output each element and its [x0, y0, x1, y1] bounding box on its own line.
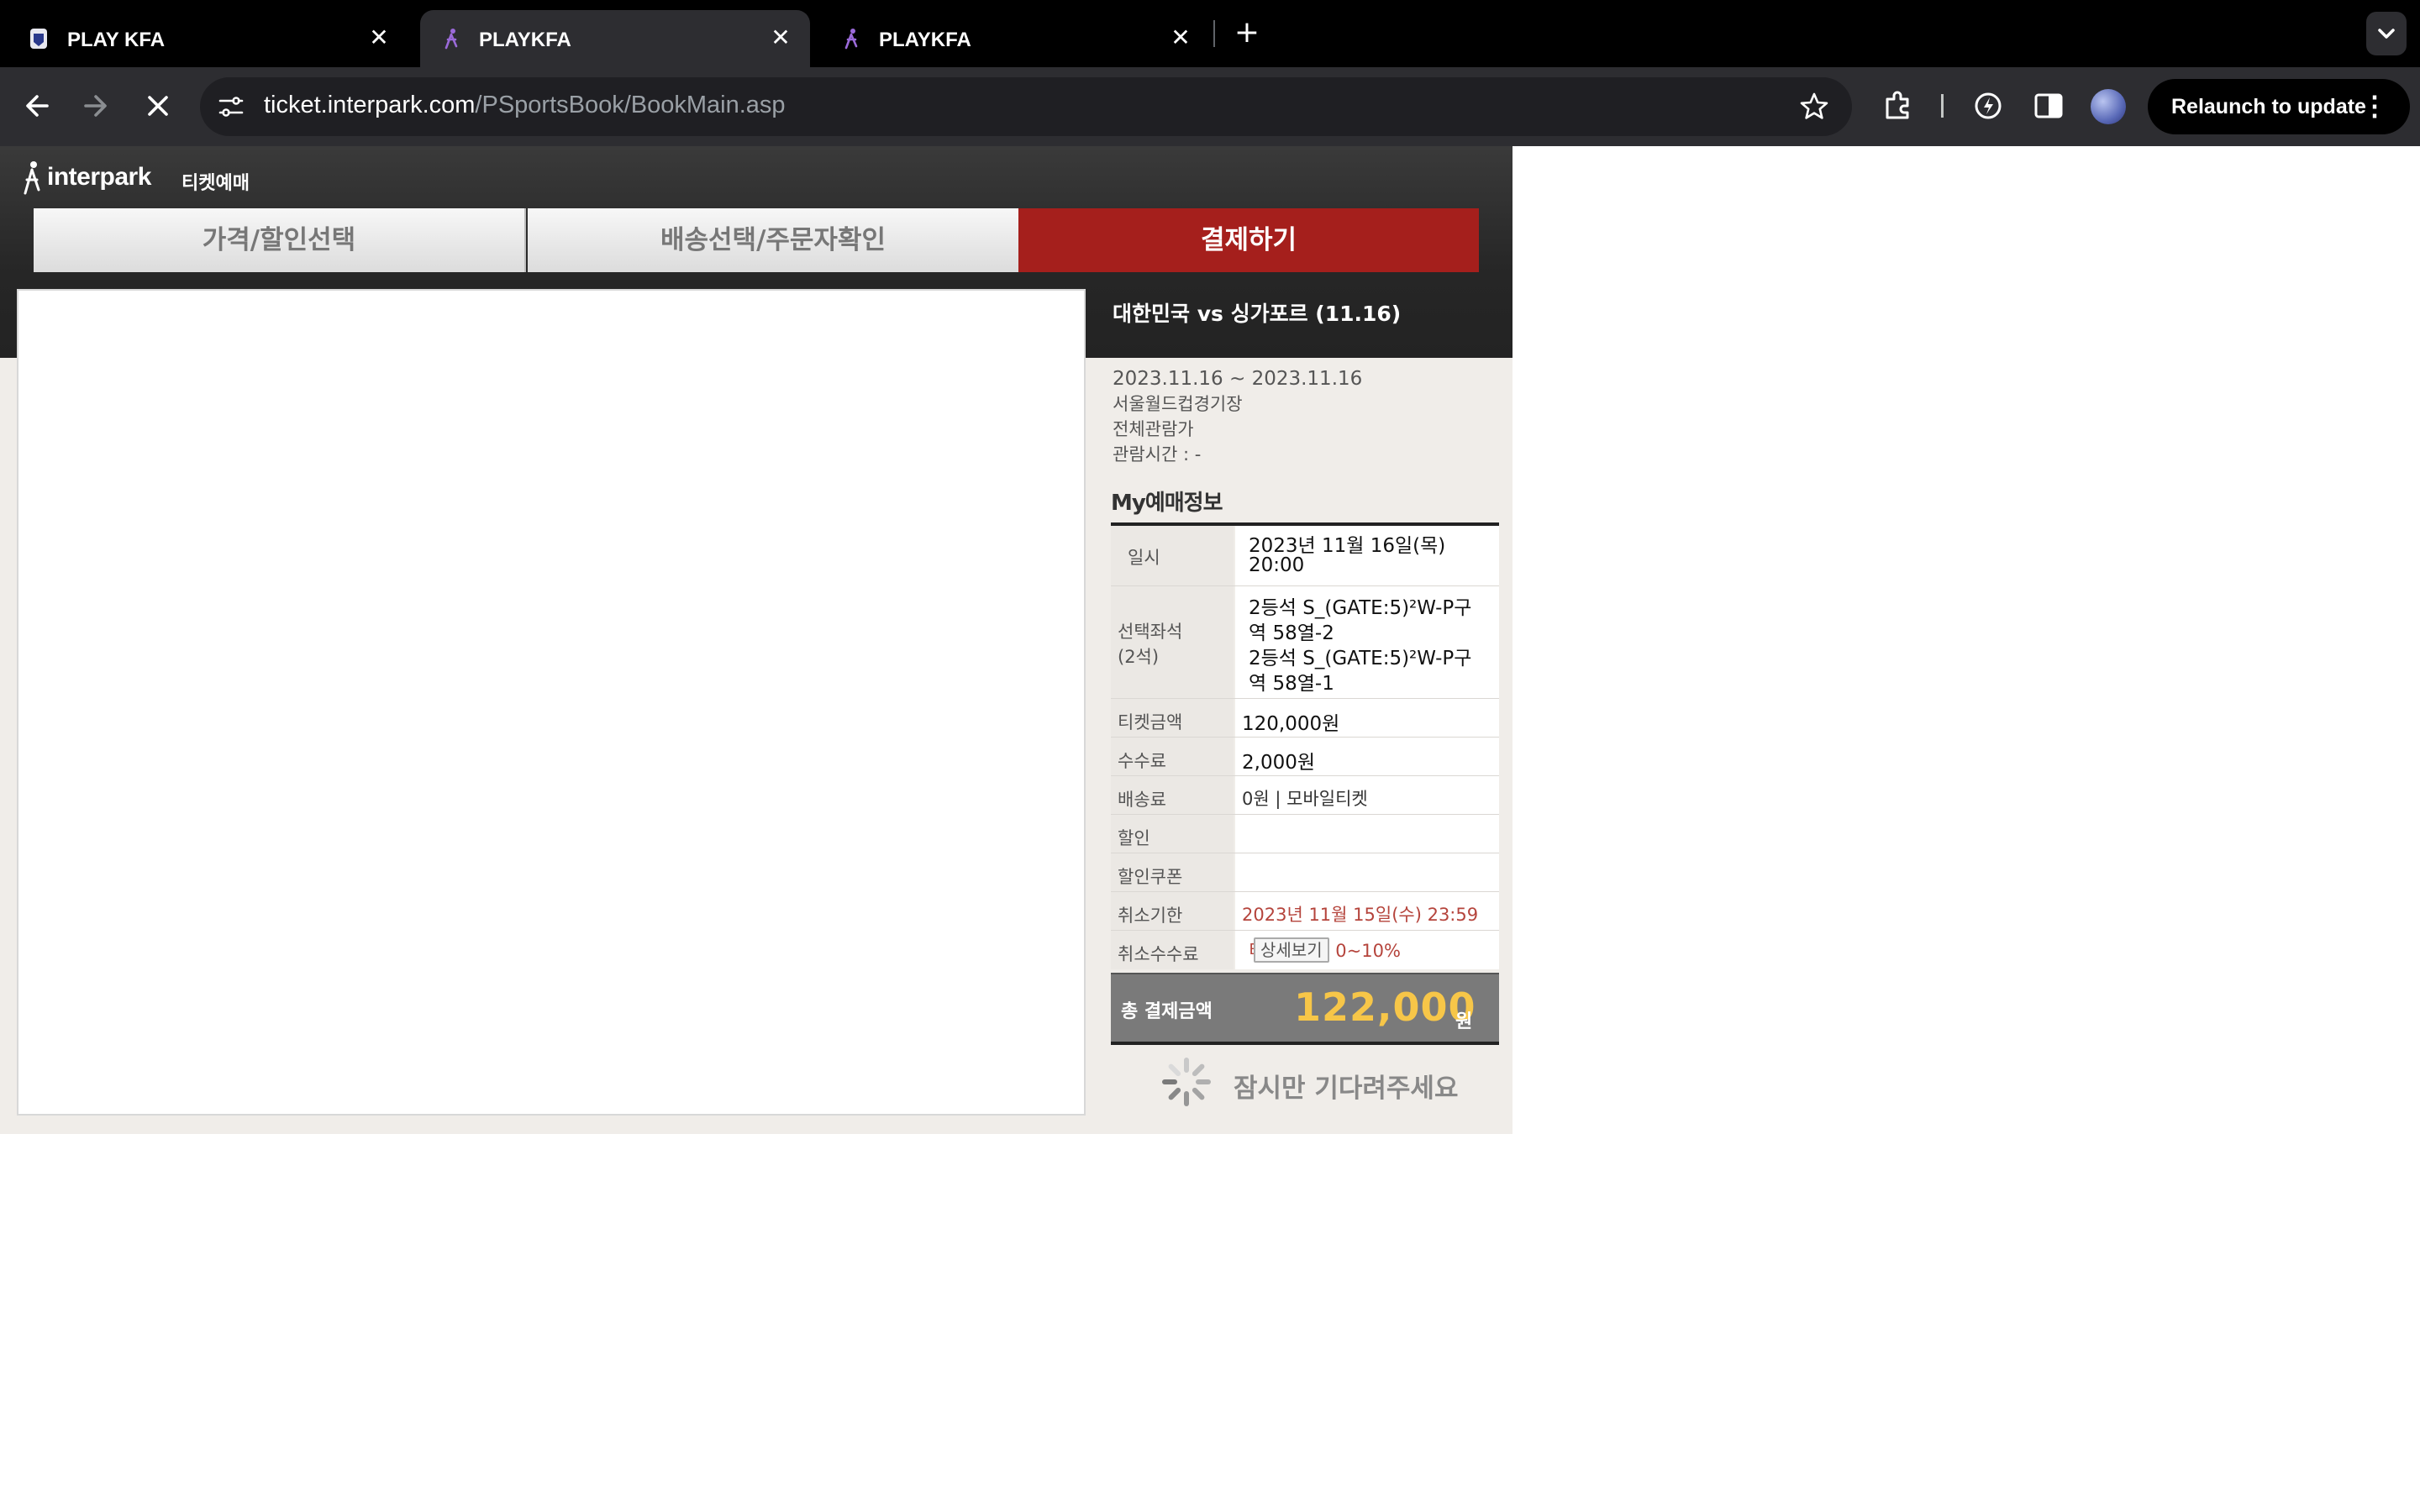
total-unit: 원 — [1455, 1011, 1473, 1032]
table-row: 수수료 2,000원 — [1111, 738, 1499, 776]
url-text[interactable]: ticket.interpark.com/PSportsBook/BookMai… — [264, 92, 786, 119]
row-value — [1235, 815, 1499, 853]
loading-spinner-icon — [1162, 1058, 1211, 1106]
tab-title: PLAYKFA — [479, 29, 571, 51]
event-rating: 전체관람가 — [1113, 419, 1194, 439]
more-vertical-icon[interactable]: ⋮ — [2361, 91, 2388, 121]
row-label: 할인쿠폰 — [1111, 853, 1234, 891]
url-path: /PSportsBook/BookMain.asp — [475, 92, 786, 118]
interpark-runner-icon — [24, 161, 40, 195]
forward-arrow-icon[interactable] — [74, 84, 118, 128]
row-value: 0원 | 모바일티켓 — [1235, 776, 1499, 814]
tab-separator — [1213, 20, 1215, 47]
table-row: 취소수수료 티켓금액의 0~10%상세보기 — [1111, 931, 1499, 969]
total-amount: 122,000 — [1294, 984, 1476, 1030]
table-row: 할인쿠폰 — [1111, 853, 1499, 892]
row-label: 티켓금액 — [1111, 699, 1234, 737]
browser-tabstrip: PLAY KFA ✕ PLAYKFA ✕ PLAYKFA ✕ + — [0, 0, 2420, 67]
tab-playkfa-active[interactable]: PLAYKFA ✕ — [420, 10, 810, 67]
stop-loading-icon[interactable] — [136, 84, 180, 128]
step-price-discount[interactable]: 가격/할인선택 — [34, 208, 526, 272]
back-arrow-icon[interactable] — [15, 84, 59, 128]
row-label: 일시 — [1111, 526, 1234, 585]
kfa-favicon-icon — [30, 29, 47, 49]
row-label: 취소수수료 — [1111, 931, 1234, 969]
tab-play-kfa[interactable]: PLAY KFA ✕ — [8, 10, 408, 67]
browser-toolbar: ticket.interpark.com/PSportsBook/BookMai… — [0, 67, 2420, 146]
wait-message: 잠시만 기다려주세요 — [1234, 1074, 1459, 1104]
row-value: 2023년 11월 15일(수) 23:59 — [1235, 892, 1499, 930]
step-payment[interactable]: 결제하기 — [1018, 208, 1479, 272]
interpark-logo[interactable]: interpark 티켓예매 — [18, 160, 304, 197]
row-label: 선택좌석 (2석) — [1111, 586, 1234, 698]
tab-title: PLAYKFA — [879, 29, 971, 51]
table-row: 일시 2023년 11월 16일(목) 20:00 — [1111, 526, 1499, 586]
detail-view-button[interactable]: 상세보기 — [1254, 937, 1329, 963]
table-row: 취소기한 2023년 11월 15일(수) 23:59 — [1111, 892, 1499, 931]
extensions-puzzle-icon[interactable] — [1881, 87, 1918, 124]
event-venue: 서울월드컵경기장 — [1113, 394, 1243, 414]
total-label: 총 결제금액 — [1121, 1001, 1213, 1022]
event-runtime: 관람시간 : - — [1113, 444, 1202, 465]
table-row: 배송료 0원 | 모바일티켓 — [1111, 776, 1499, 815]
site-settings-icon[interactable] — [217, 92, 245, 121]
row-label: 할인 — [1111, 815, 1234, 853]
interpark-favicon-icon — [844, 29, 858, 50]
bookmark-star-icon[interactable] — [1798, 91, 1830, 123]
table-row: 선택좌석 (2석) 2등석 S_(GATE:5)²W-P구 역 58열-2 2등… — [1111, 586, 1499, 699]
relaunch-label: Relaunch to update — [2171, 95, 2366, 118]
address-bar[interactable]: ticket.interpark.com/PSportsBook/BookMai… — [200, 77, 1852, 136]
row-value: 2023년 11월 16일(목) 20:00 — [1235, 526, 1499, 585]
side-panel-icon[interactable] — [2030, 87, 2067, 124]
tab-title: PLAY KFA — [67, 29, 166, 51]
row-label: 수수료 — [1111, 738, 1234, 775]
step-delivery-confirm[interactable]: 배송선택/주문자확인 — [528, 208, 1018, 272]
logo-ticket-label: 티켓예매 — [182, 173, 250, 194]
logo-word: interpark — [47, 163, 151, 191]
event-title: 대한민국 vs 싱가포르 (11.16) — [1113, 302, 1402, 326]
row-value — [1235, 853, 1499, 891]
total-payment: 총 결제금액 122,000 원 — [1111, 973, 1499, 1045]
close-icon[interactable]: ✕ — [768, 25, 793, 50]
row-label: 배송료 — [1111, 776, 1234, 814]
payment-content-frame — [17, 289, 1086, 1116]
booking-steps: 가격/할인선택 배송선택/주문자확인 결제하기 — [34, 208, 1479, 272]
close-icon[interactable]: ✕ — [1168, 25, 1193, 50]
loading-indicator: 잠시만 기다려주세요 — [1160, 1055, 1496, 1109]
profile-avatar[interactable] — [2091, 89, 2126, 124]
event-info: 2023.11.16 ~ 2023.11.16 서울월드컵경기장 전체관람가 관… — [1113, 366, 1362, 467]
row-value: 티켓금액의 0~10%상세보기 — [1235, 931, 1499, 969]
row-label: 취소기한 — [1111, 892, 1234, 930]
row-value: 2등석 S_(GATE:5)²W-P구 역 58열-2 2등석 S_(GATE:… — [1235, 586, 1499, 698]
tab-playkfa[interactable]: PLAYKFA ✕ — [820, 10, 1210, 67]
my-booking-heading: My예매정보 — [1111, 491, 1223, 516]
url-host: ticket.interpark.com — [264, 92, 476, 118]
new-tab-button[interactable]: + — [1228, 15, 1265, 52]
interpark-favicon-icon — [445, 29, 458, 50]
event-period: 2023.11.16 ~ 2023.11.16 — [1113, 368, 1363, 390]
table-row: 티켓금액 120,000원 — [1111, 699, 1499, 738]
close-icon[interactable]: ✕ — [366, 25, 392, 50]
tab-search-button[interactable] — [2366, 12, 2407, 55]
relaunch-to-update-button[interactable]: Relaunch to update ⋮ — [2148, 79, 2410, 134]
row-value: 2,000원 — [1235, 738, 1499, 775]
chevron-down-icon — [2378, 29, 2395, 39]
table-row: 할인 — [1111, 815, 1499, 853]
toolbar-separator — [1941, 94, 1944, 118]
performance-icon[interactable] — [1970, 87, 2007, 124]
row-value: 120,000원 — [1235, 699, 1499, 737]
